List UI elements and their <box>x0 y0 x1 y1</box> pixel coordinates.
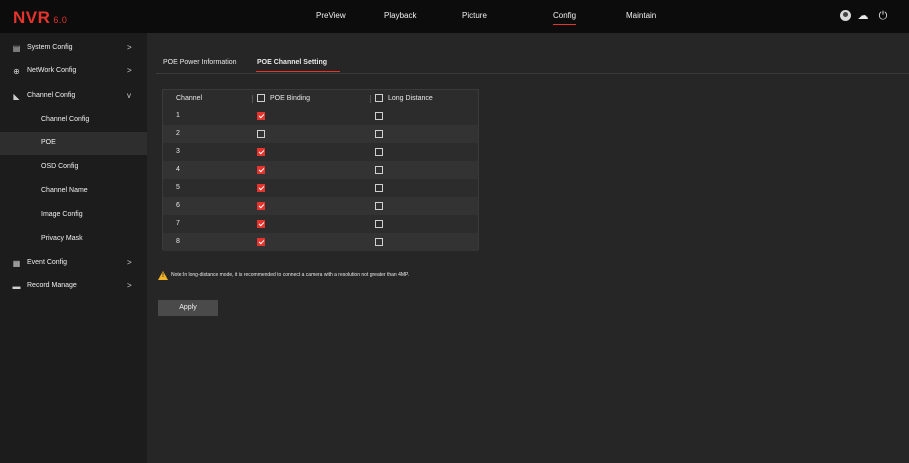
poe-binding-checkbox[interactable] <box>257 238 265 246</box>
column-divider <box>370 95 371 103</box>
channel-number: 3 <box>176 148 180 155</box>
poe-binding-select-all-checkbox[interactable] <box>257 94 265 102</box>
event-icon: ▦ <box>12 259 21 268</box>
channel-number: 8 <box>176 238 180 245</box>
long-distance-checkbox[interactable] <box>375 220 383 228</box>
channel-number: 4 <box>176 166 180 173</box>
cloud-upload-icon[interactable]: ☁ <box>856 9 870 23</box>
channel-number: 6 <box>176 202 180 209</box>
nav-maintain[interactable]: Maintain <box>626 11 656 20</box>
chevron-right-icon: > <box>127 281 132 290</box>
nvr-logo: NVR 6.0 <box>13 8 67 28</box>
poe-binding-checkbox[interactable] <box>257 220 265 228</box>
table-row: 8 <box>163 233 478 251</box>
poe-binding-checkbox[interactable] <box>257 202 265 210</box>
column-header-channel: Channel <box>176 95 203 102</box>
nav-playback[interactable]: Playback <box>384 11 416 20</box>
record-icon: ▬ <box>12 282 21 291</box>
sidebar-subitem-label: Image Config <box>41 211 83 218</box>
sidebar-item-record-manage[interactable]: ▬ Record Manage > <box>0 276 147 298</box>
power-icon[interactable]: ⏻ <box>876 9 890 23</box>
column-header-long-distance: Long Distance <box>388 95 433 102</box>
sidebar-subitem-label: OSD Config <box>41 163 79 170</box>
sidebar-subitem-privacy-mask[interactable]: Privacy Mask <box>0 228 147 251</box>
long-distance-checkbox[interactable] <box>375 148 383 156</box>
nav-config[interactable]: Config <box>553 11 577 25</box>
channel-number: 5 <box>176 184 180 191</box>
poe-channel-table: Channel POE Binding Long Distance 1 2 3 4 5 6… <box>162 89 479 251</box>
long-distance-checkbox[interactable] <box>375 202 383 210</box>
app-root: NVR 6.0 PreView Playback Picture Config M… <box>0 0 909 463</box>
sidebar-item-network-config[interactable]: ⊕ NetWork Config > <box>0 61 147 83</box>
long-distance-checkbox[interactable] <box>375 130 383 138</box>
sidebar-item-system-config[interactable]: ▤ System Config > <box>0 38 147 60</box>
sidebar-subitem-label: Channel Config <box>41 116 90 123</box>
long-distance-select-all-checkbox[interactable] <box>375 94 383 102</box>
network-icon: ⊕ <box>13 67 20 76</box>
chevron-right-icon: > <box>127 258 132 267</box>
sidebar-subitem-label: Channel Name <box>41 187 88 194</box>
sidebar-item-event-config[interactable]: ▦ Event Config > <box>0 253 147 275</box>
channel-number: 1 <box>176 112 180 119</box>
sidebar-item-channel-config[interactable]: ◣ Channel Config v <box>0 86 147 108</box>
warning-icon <box>158 271 168 280</box>
chevron-right-icon: > <box>127 43 132 52</box>
sidebar-item-label: Channel Config <box>27 92 76 99</box>
camera-icon: ◣ <box>13 92 20 101</box>
sidebar: ▤ System Config > ⊕ NetWork Config > ◣ C… <box>0 33 147 463</box>
table-row: 3 <box>163 143 478 161</box>
long-distance-checkbox[interactable] <box>375 166 383 174</box>
note-text: Note:In long-distance mode, it is recomm… <box>171 272 410 278</box>
sidebar-subitem-label: POE <box>41 139 56 146</box>
table-row: 4 <box>163 161 478 179</box>
table-row: 1 <box>163 107 478 125</box>
sidebar-item-label: NetWork Config <box>27 67 77 74</box>
table-row: 2 <box>163 125 478 143</box>
sidebar-subitem-channel-config[interactable]: Channel Config <box>0 109 147 132</box>
logo-text: NVR <box>13 8 51 27</box>
poe-binding-checkbox[interactable] <box>257 184 265 192</box>
chevron-down-icon: v <box>127 91 131 100</box>
sidebar-subitem-poe[interactable]: POE <box>0 132 147 155</box>
sidebar-subitem-image-config[interactable]: Image Config <box>0 204 147 227</box>
poe-binding-checkbox[interactable] <box>257 148 265 156</box>
main-panel: POE Power Information POE Channel Settin… <box>147 33 909 463</box>
nav-picture[interactable]: Picture <box>462 11 487 20</box>
active-tab-indicator <box>256 71 340 72</box>
tab-divider <box>156 73 909 74</box>
note-message: Note:In long-distance mode, it is recomm… <box>158 271 758 283</box>
sidebar-item-label: System Config <box>27 44 73 51</box>
sidebar-item-label: Record Manage <box>27 282 77 289</box>
channel-number: 7 <box>176 220 180 227</box>
table-row: 7 <box>163 215 478 233</box>
nav-preview[interactable]: PreView <box>316 11 346 20</box>
sidebar-subitem-label: Privacy Mask <box>41 235 83 242</box>
column-header-poe-binding: POE Binding <box>270 95 311 102</box>
table-row: 5 <box>163 179 478 197</box>
top-bar: NVR 6.0 PreView Playback Picture Config M… <box>0 0 909 33</box>
table-row: 6 <box>163 197 478 215</box>
column-divider <box>252 95 253 103</box>
sidebar-subitem-channel-name[interactable]: Channel Name <box>0 180 147 203</box>
apply-button[interactable]: Apply <box>158 300 218 316</box>
long-distance-checkbox[interactable] <box>375 112 383 120</box>
poe-binding-checkbox[interactable] <box>257 166 265 174</box>
system-icon: ▤ <box>12 44 21 53</box>
poe-binding-checkbox[interactable] <box>257 112 265 120</box>
sidebar-item-label: Event Config <box>27 259 68 266</box>
tab-poe-channel-setting[interactable]: POE Channel Setting <box>257 59 327 66</box>
logo-version: 6.0 <box>53 15 68 25</box>
chevron-right-icon: > <box>127 66 132 75</box>
poe-binding-checkbox[interactable] <box>257 130 265 138</box>
user-avatar-icon[interactable] <box>840 10 851 21</box>
long-distance-checkbox[interactable] <box>375 184 383 192</box>
sidebar-subitem-osd-config[interactable]: OSD Config <box>0 156 147 179</box>
channel-number: 2 <box>176 130 180 137</box>
tab-poe-power-information[interactable]: POE Power Information <box>163 59 237 66</box>
long-distance-checkbox[interactable] <box>375 238 383 246</box>
